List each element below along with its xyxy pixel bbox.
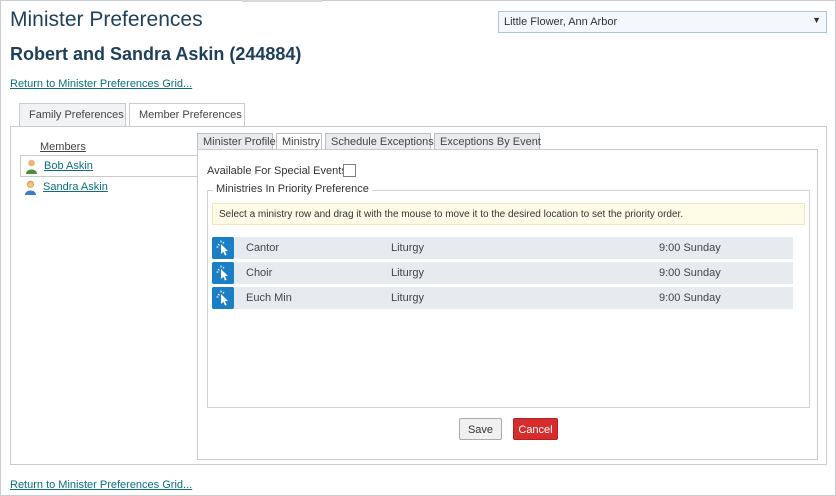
ministry-name: Euch Min (246, 292, 292, 304)
parish-select-value: Little Flower, Ann Arbor (504, 16, 618, 28)
member-link-sandra-askin[interactable]: Sandra Askin (43, 181, 108, 193)
ministry-name: Cantor (246, 242, 280, 254)
return-to-grid-link-bottom[interactable]: Return to Minister Preferences Grid... (10, 479, 192, 491)
members-header: Members (40, 141, 86, 153)
family-name-heading: Robert and Sandra Askin (244884) (10, 44, 302, 64)
ministry-category: Liturgy (391, 267, 425, 279)
member-item-bob-askin[interactable]: Bob Askin (20, 155, 198, 177)
member-item-sandra-askin[interactable]: Sandra Askin (20, 177, 198, 199)
special-events-label: Available For Special Events? (207, 165, 353, 177)
return-to-grid-link-top[interactable]: Return to Minister Preferences Grid... (10, 78, 192, 90)
male-person-icon (26, 159, 37, 174)
drag-instructions-hint: Select a ministry row and drag it with t… (212, 203, 805, 225)
cancel-button[interactable]: Cancel (513, 418, 558, 440)
ministry-category: Liturgy (391, 292, 425, 304)
ministry-row-choir[interactable]: Choir Liturgy 9:00 Sunday (212, 262, 793, 284)
tab-exceptions-by-event[interactable]: Exceptions By Event (434, 133, 541, 150)
tab-family-preferences[interactable]: Family Preferences (19, 103, 126, 127)
chevron-down-icon: ▼ (812, 15, 821, 25)
save-button[interactable]: Save (459, 418, 502, 440)
special-events-checkbox[interactable] (343, 164, 356, 177)
page-title: Minister Preferences (10, 8, 203, 31)
top-divider (242, 0, 322, 2)
ministries-priority-legend: Ministries In Priority Preference (213, 183, 372, 195)
drag-handle-icon[interactable] (212, 287, 234, 309)
tab-minister-profile[interactable]: Minister Profile (197, 133, 276, 150)
drag-handle-icon[interactable] (212, 262, 234, 284)
ministry-category: Liturgy (391, 242, 425, 254)
ministry-name: Choir (246, 267, 273, 279)
ministry-time: 9:00 Sunday (659, 242, 721, 254)
drag-handle-icon[interactable] (212, 237, 234, 259)
parish-select[interactable]: Little Flower, Ann Arbor ▼ (498, 11, 827, 33)
ministry-time: 9:00 Sunday (659, 292, 721, 304)
tab-schedule-exceptions[interactable]: Schedule Exceptions (325, 133, 434, 150)
member-link-bob-askin[interactable]: Bob Askin (44, 160, 93, 172)
tab-member-preferences[interactable]: Member Preferences (129, 103, 245, 128)
female-person-icon (25, 180, 36, 195)
member-preferences-panel: Members Bob Askin Sandra Askin Minister … (10, 126, 827, 465)
ministry-row-euch-min[interactable]: Euch Min Liturgy 9:00 Sunday (212, 287, 793, 309)
ministry-row-cantor[interactable]: Cantor Liturgy 9:00 Sunday (212, 237, 793, 259)
ministry-time: 9:00 Sunday (659, 267, 721, 279)
